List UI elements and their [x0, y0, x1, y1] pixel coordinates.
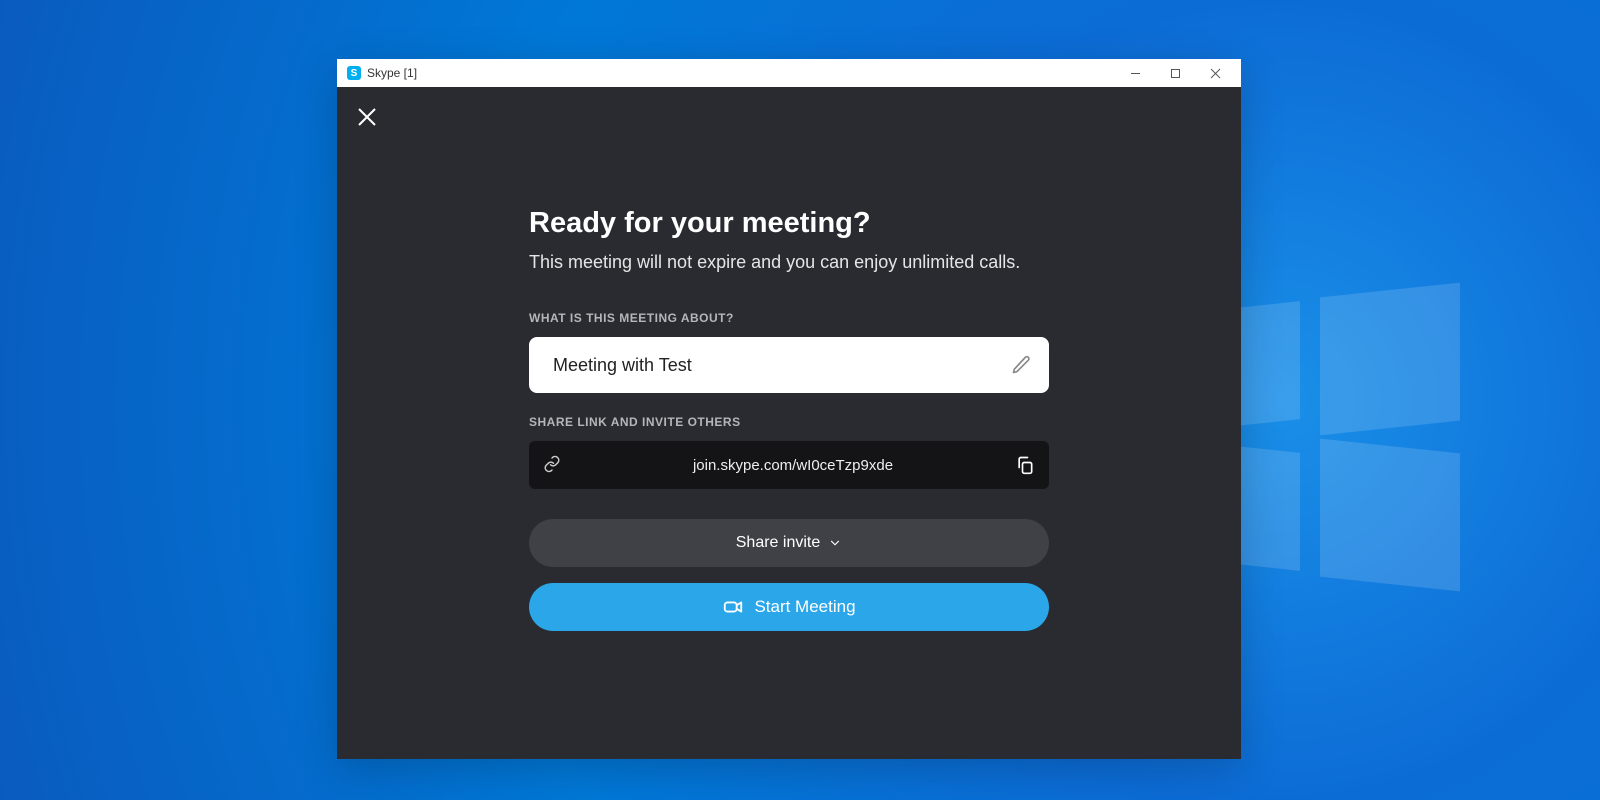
- meeting-setup-panel: Ready for your meeting? This meeting wil…: [529, 207, 1049, 631]
- link-icon: [543, 455, 563, 475]
- page-subtitle: This meeting will not expire and you can…: [529, 252, 1049, 273]
- titlebar[interactable]: S Skype [1]: [337, 59, 1241, 87]
- share-link-label: SHARE LINK AND INVITE OTHERS: [529, 415, 1049, 429]
- maximize-button[interactable]: [1155, 59, 1195, 87]
- close-window-button[interactable]: [1195, 59, 1235, 87]
- app-window: S Skype [1] Ready for your meeting? This…: [337, 59, 1241, 759]
- meeting-topic-value: Meeting with Test: [553, 355, 1011, 376]
- minimize-button[interactable]: [1115, 59, 1155, 87]
- window-title: Skype [1]: [367, 66, 417, 80]
- skype-app-icon: S: [347, 66, 361, 80]
- copy-icon[interactable]: [1015, 455, 1035, 475]
- start-meeting-button[interactable]: Start Meeting: [529, 583, 1049, 631]
- meeting-link-row: join.skype.com/wI0ceTzp9xde: [529, 441, 1049, 489]
- content-area: Ready for your meeting? This meeting wil…: [337, 87, 1241, 759]
- edit-icon[interactable]: [1011, 355, 1031, 375]
- video-icon: [722, 596, 744, 618]
- share-invite-button[interactable]: Share invite: [529, 519, 1049, 567]
- close-panel-button[interactable]: [357, 107, 381, 131]
- start-meeting-label: Start Meeting: [754, 597, 855, 617]
- meeting-topic-input[interactable]: Meeting with Test: [529, 337, 1049, 393]
- chevron-down-icon: [828, 536, 842, 550]
- page-title: Ready for your meeting?: [529, 207, 1049, 240]
- share-invite-label: Share invite: [736, 534, 821, 552]
- meeting-link-text: join.skype.com/wI0ceTzp9xde: [571, 457, 1015, 474]
- topic-label: WHAT IS THIS MEETING ABOUT?: [529, 311, 1049, 325]
